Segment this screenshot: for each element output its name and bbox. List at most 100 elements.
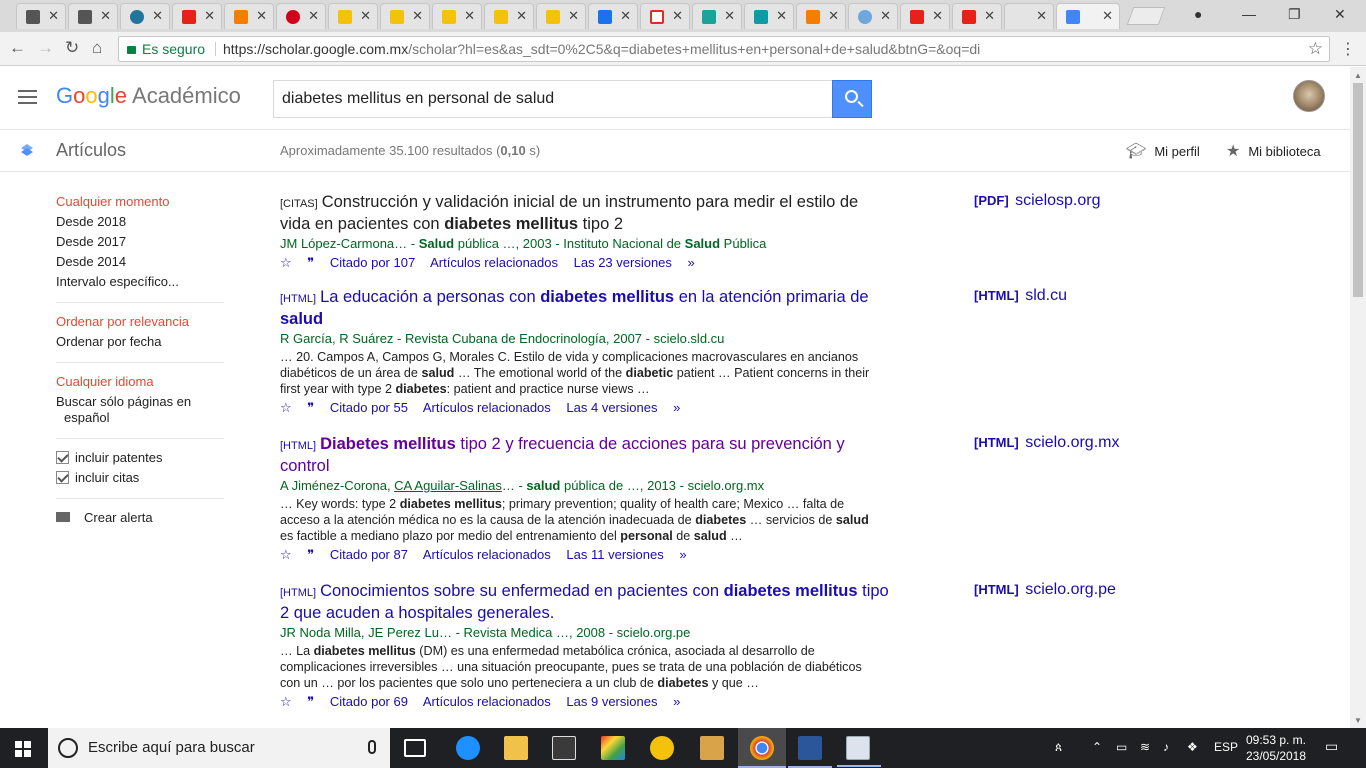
cited-by-link[interactable]: Citado por 107 bbox=[330, 255, 415, 270]
browser-tab[interactable]: ✕ bbox=[432, 3, 482, 29]
taskbar-clock[interactable]: 09:53 p. m. 23/05/2018 bbox=[1241, 732, 1311, 764]
secure-indicator[interactable]: Es seguro bbox=[127, 37, 205, 61]
taskbar-search-box[interactable]: Escribe aquí para buscar bbox=[48, 728, 390, 768]
address-bar[interactable]: Es seguro https://scholar.google.com.mx/… bbox=[118, 36, 1330, 62]
tab-close-icon[interactable]: ✕ bbox=[48, 8, 59, 24]
tab-close-icon[interactable]: ✕ bbox=[204, 8, 215, 24]
save-star-icon[interactable]: ☆ bbox=[280, 255, 292, 270]
related-articles-link[interactable]: Artículos relacionados bbox=[423, 547, 551, 562]
new-tab-button[interactable] bbox=[1126, 7, 1166, 25]
tab-close-icon[interactable]: ✕ bbox=[308, 8, 319, 24]
edge-icon[interactable] bbox=[456, 736, 480, 760]
sort-by-relevance[interactable]: Ordenar por relevancia bbox=[56, 312, 224, 332]
tab-close-icon[interactable]: ✕ bbox=[620, 8, 631, 24]
tab-close-icon[interactable]: ✕ bbox=[256, 8, 267, 24]
tab-close-icon[interactable]: ✕ bbox=[776, 8, 787, 24]
scroll-up-icon[interactable]: ▲ bbox=[1354, 71, 1362, 80]
result-title[interactable]: [HTML] La educación a personas con diabet… bbox=[280, 287, 892, 329]
google-scholar-logo[interactable]: Google Académico bbox=[56, 83, 241, 109]
browser-tab[interactable]: ✕ bbox=[16, 3, 66, 29]
word-icon[interactable] bbox=[788, 736, 832, 768]
chrome-taskbar-button[interactable] bbox=[738, 728, 786, 768]
full-text-link[interactable]: [HTML] sld.cu bbox=[974, 287, 1067, 305]
browser-tab[interactable]: ✕ bbox=[952, 3, 1002, 29]
filter-any-time[interactable]: Cualquier momento bbox=[56, 192, 224, 212]
show-hidden-icons-chevron-icon[interactable]: ⌃ bbox=[1092, 740, 1102, 754]
browser-tab[interactable]: ✕ bbox=[484, 3, 534, 29]
tab-close-icon[interactable]: ✕ bbox=[880, 8, 891, 24]
sort-by-date[interactable]: Ordenar por fecha bbox=[56, 332, 224, 352]
hamburger-menu-icon[interactable] bbox=[18, 90, 37, 108]
full-text-link[interactable]: [PDF] scielosp.org bbox=[974, 192, 1101, 210]
browser-tab[interactable]: ✕ bbox=[900, 3, 950, 29]
browser-tab[interactable]: ✕ bbox=[380, 3, 430, 29]
page-scrollbar[interactable]: ▲ ▼ bbox=[1350, 67, 1366, 729]
microphone-icon[interactable] bbox=[368, 740, 376, 754]
save-star-icon[interactable]: ☆ bbox=[280, 400, 292, 415]
wifi-icon[interactable]: ≋ bbox=[1140, 740, 1150, 754]
my-library-link[interactable]: ★ Mi biblioteca bbox=[1226, 141, 1321, 161]
windows-start-icon[interactable] bbox=[15, 741, 31, 757]
filter-since-2018[interactable]: Desde 2018 bbox=[56, 212, 224, 232]
include-patents-checkbox[interactable]: incluir patentes bbox=[56, 448, 224, 468]
browser-tab[interactable]: ✕ bbox=[744, 3, 794, 29]
bookmark-star-icon[interactable]: ☆ bbox=[1308, 37, 1323, 61]
include-citations-checkbox[interactable]: incluir citas bbox=[56, 468, 224, 488]
full-text-link[interactable]: [HTML] scielo.org.mx bbox=[974, 434, 1119, 452]
more-chevron-icon[interactable]: » bbox=[673, 400, 680, 415]
tab-close-icon[interactable]: ✕ bbox=[360, 8, 371, 24]
paint-icon[interactable] bbox=[601, 736, 625, 760]
scrollbar-thumb[interactable] bbox=[1353, 83, 1363, 297]
cite-quote-icon[interactable]: ❞ bbox=[307, 255, 314, 270]
versions-link[interactable]: Las 9 versiones bbox=[566, 694, 657, 709]
versions-link[interactable]: Las 23 versiones bbox=[574, 255, 672, 270]
more-chevron-icon[interactable]: » bbox=[673, 694, 680, 709]
versions-link[interactable]: Las 11 versiones bbox=[566, 547, 663, 562]
more-chevron-icon[interactable]: » bbox=[688, 255, 695, 270]
browser-tab[interactable]: ✕ bbox=[588, 3, 638, 29]
result-title[interactable]: [HTML] Diabetes mellitus tipo 2 y frecuen… bbox=[280, 434, 892, 476]
browser-tab[interactable]: ✕ bbox=[276, 3, 326, 29]
save-star-icon[interactable]: ☆ bbox=[280, 694, 292, 709]
avatar[interactable] bbox=[1293, 80, 1325, 112]
cited-by-link[interactable]: Citado por 69 bbox=[330, 694, 408, 709]
search-input[interactable]: diabetes mellitus en personal de salud bbox=[273, 80, 833, 118]
browser-tab[interactable]: ✕ bbox=[120, 3, 170, 29]
reload-icon[interactable]: ↻ bbox=[65, 38, 79, 58]
browser-tab[interactable]: ✕ bbox=[536, 3, 586, 29]
action-center-icon[interactable]: ▭ bbox=[1325, 738, 1338, 755]
tab-close-icon[interactable]: ✕ bbox=[464, 8, 475, 24]
tab-close-icon[interactable]: ✕ bbox=[984, 8, 995, 24]
browser-tab-active[interactable]: ✕ bbox=[1056, 3, 1120, 29]
tab-close-icon[interactable]: ✕ bbox=[1036, 8, 1047, 24]
profile-icon[interactable]: ● bbox=[1194, 6, 1202, 22]
people-icon[interactable]: ጰ bbox=[1055, 740, 1062, 755]
back-icon[interactable]: ← bbox=[9, 38, 26, 58]
more-chevron-icon[interactable]: » bbox=[679, 547, 686, 562]
browser-tab[interactable]: ✕ bbox=[172, 3, 222, 29]
tab-close-icon[interactable]: ✕ bbox=[828, 8, 839, 24]
app-icon[interactable] bbox=[700, 736, 724, 760]
tab-close-icon[interactable]: ✕ bbox=[100, 8, 111, 24]
cite-quote-icon[interactable]: ❞ bbox=[307, 400, 314, 415]
cite-quote-icon[interactable]: ❞ bbox=[307, 547, 314, 562]
close-window-icon[interactable]: ✕ bbox=[1334, 6, 1346, 23]
my-profile-link[interactable]: 🎓︎ Mi perfil bbox=[1126, 141, 1200, 161]
filter-any-language[interactable]: Cualquier idioma bbox=[56, 372, 224, 392]
save-star-icon[interactable]: ☆ bbox=[280, 547, 292, 562]
task-view-icon[interactable] bbox=[404, 739, 426, 757]
file-explorer-icon[interactable] bbox=[504, 736, 528, 760]
tab-close-icon[interactable]: ✕ bbox=[152, 8, 163, 24]
browser-tab[interactable]: ✕ bbox=[68, 3, 118, 29]
cited-by-link[interactable]: Citado por 87 bbox=[330, 547, 408, 562]
app-icon[interactable] bbox=[650, 736, 674, 760]
input-language[interactable]: ESP bbox=[1214, 740, 1238, 754]
scroll-down-icon[interactable]: ▼ bbox=[1354, 716, 1362, 725]
tab-close-icon[interactable]: ✕ bbox=[724, 8, 735, 24]
author-link[interactable]: CA Aguilar-Salinas bbox=[394, 478, 502, 493]
browser-tab[interactable]: ✕ bbox=[224, 3, 274, 29]
create-alert-button[interactable]: Crear alerta bbox=[56, 508, 224, 528]
tab-close-icon[interactable]: ✕ bbox=[1102, 8, 1113, 24]
store-icon[interactable] bbox=[552, 736, 576, 760]
tab-close-icon[interactable]: ✕ bbox=[568, 8, 579, 24]
